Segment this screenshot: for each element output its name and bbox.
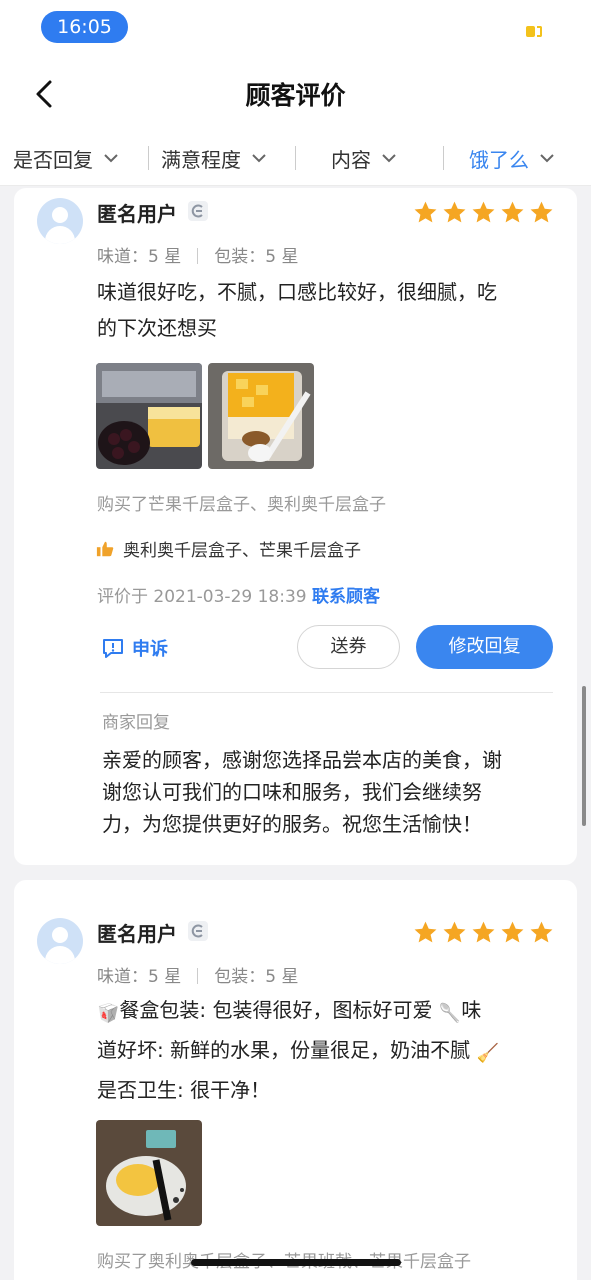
packaging-rating: 包装：5 星 — [214, 967, 299, 987]
filter-divider — [148, 146, 149, 170]
divider — [100, 692, 553, 693]
review-text-line: 味道很好吃，不腻，口感比较好，很细腻，吃 — [97, 280, 497, 304]
merchant-reply-label: 商家回复 — [102, 713, 170, 733]
review-text-line: 道好坏: 新鲜的水果，份量很足，奶油不腻 🧹 — [97, 1032, 567, 1072]
star-icon — [472, 201, 495, 223]
chevron-down-icon — [252, 154, 266, 163]
home-indicator — [191, 1259, 401, 1266]
complaint-button[interactable]: 申诉 — [102, 635, 168, 661]
packaging-rating: 包装：5 星 — [214, 247, 299, 267]
status-time: 16:05 — [41, 11, 128, 43]
avatar — [37, 918, 83, 964]
chevron-down-icon — [540, 154, 554, 163]
filter-divider — [443, 146, 444, 170]
star-rating — [413, 200, 554, 225]
broom-icon: 🧹 — [476, 1043, 499, 1064]
taste-rating: 味道：5 星 — [97, 247, 182, 267]
review-text-line: 是否卫生: 很干净！ — [97, 1078, 271, 1102]
review-photo[interactable] — [208, 363, 314, 469]
username: 匿名用户 — [97, 202, 177, 226]
review-text-segment: 道好坏: 新鲜的水果，份量很足，奶油不腻 — [97, 1038, 471, 1062]
reply-text-line: 力，为您提供更好的服务。祝您生活愉快！ — [102, 812, 482, 836]
review-date: 评价于 2021-03-29 18:39 联系顾客 — [97, 582, 380, 607]
spoon-icon: 🥄 — [438, 1003, 462, 1024]
reply-text-line: 谢您认可我们的口味和服务，我们会继续努 — [102, 780, 482, 804]
battery-icon — [526, 26, 546, 37]
review-photo[interactable] — [96, 363, 202, 469]
filter-divider — [295, 146, 296, 170]
star-rating — [413, 920, 554, 945]
chevron-down-icon — [104, 154, 118, 163]
anonymous-badge-icon — [188, 201, 208, 221]
filter-label: 满意程度 — [161, 147, 241, 172]
review-text: 味道很好吃，不腻，口感比较好，很细腻，吃 的下次还想买 — [97, 274, 567, 346]
contact-customer-link[interactable]: 联系顾客 — [312, 587, 380, 607]
star-icon — [414, 201, 437, 223]
filter-bar: 是否回复 满意程度 内容 饿了么 — [0, 130, 591, 186]
complaint-label: 申诉 — [132, 639, 168, 660]
takeout-box-icon: 🥡 — [97, 1003, 120, 1024]
star-icon — [501, 921, 524, 943]
username: 匿名用户 — [97, 922, 177, 946]
complaint-icon — [103, 639, 123, 658]
star-icon — [443, 201, 466, 223]
anonymous-badge-icon — [188, 921, 208, 941]
sub-ratings: 味道：5 星 包装：5 星 — [97, 962, 298, 987]
status-bar: 16:05 — [0, 0, 591, 56]
nav-bar: 顾客评价 — [0, 56, 591, 130]
filter-label: 内容 — [331, 147, 371, 172]
star-icon — [530, 921, 553, 943]
date-text: 评价于 2021-03-29 18:39 — [97, 587, 307, 607]
page-title: 顾客评价 — [245, 81, 346, 110]
star-icon — [472, 921, 495, 943]
review-text-line: 🥡餐盒包装: 包装得很好，图标好可爱 🥄味 — [97, 992, 567, 1032]
star-icon — [530, 201, 553, 223]
thumbs-up-icon — [96, 541, 114, 556]
review-photo[interactable] — [96, 1120, 202, 1226]
chevron-down-icon — [382, 154, 396, 163]
avatar — [37, 198, 83, 244]
purchased-items: 购买了芒果千层盒子、奥利奥千层盒子 — [97, 495, 386, 515]
filter-label: 是否回复 — [13, 147, 93, 172]
star-icon — [443, 921, 466, 943]
filter-label: 饿了么 — [469, 147, 529, 172]
review-text-line: 的下次还想买 — [97, 316, 217, 340]
liked-items-text: 奥利奥千层盒子、芒果千层盒子 — [123, 541, 361, 561]
review-card: 匿名用户 味道：5 星 包装：5 星 味道很好吃，不腻，口感比较好，很细腻，吃 的… — [14, 188, 577, 865]
sub-ratings: 味道：5 星 包装：5 星 — [97, 242, 298, 267]
review-text-segment: 餐盒包装: 包装得很好，图标好可爱 — [119, 998, 433, 1022]
review-text: 🥡餐盒包装: 包装得很好，图标好可爱 🥄味 道好坏: 新鲜的水果，份量很足，奶油… — [97, 992, 567, 1108]
star-icon — [501, 201, 524, 223]
star-icon — [414, 921, 437, 943]
review-text-segment: 味 — [461, 998, 482, 1022]
filter-replied[interactable]: 是否回复 — [13, 130, 119, 186]
reply-text-line: 亲爱的顾客，感谢您选择品尝本店的美食，谢 — [102, 748, 502, 772]
scrollbar[interactable] — [582, 686, 586, 826]
filter-satisfaction[interactable]: 满意程度 — [161, 130, 267, 186]
review-card: 匿名用户 味道：5 星 包装：5 星 🥡餐盒包装: 包装得很好，图标好可爱 🥄味 … — [14, 880, 577, 1280]
filter-content[interactable]: 内容 — [331, 130, 397, 186]
filter-platform[interactable]: 饿了么 — [469, 130, 555, 186]
liked-items: 奥利奥千层盒子、芒果千层盒子 — [96, 536, 361, 561]
send-coupon-button[interactable]: 送券 — [297, 625, 400, 669]
edit-reply-button[interactable]: 修改回复 — [416, 625, 553, 669]
merchant-reply-text: 亲爱的顾客，感谢您选择品尝本店的美食，谢 谢您认可我们的口味和服务，我们会继续努… — [102, 744, 562, 840]
taste-rating: 味道：5 星 — [97, 967, 182, 987]
